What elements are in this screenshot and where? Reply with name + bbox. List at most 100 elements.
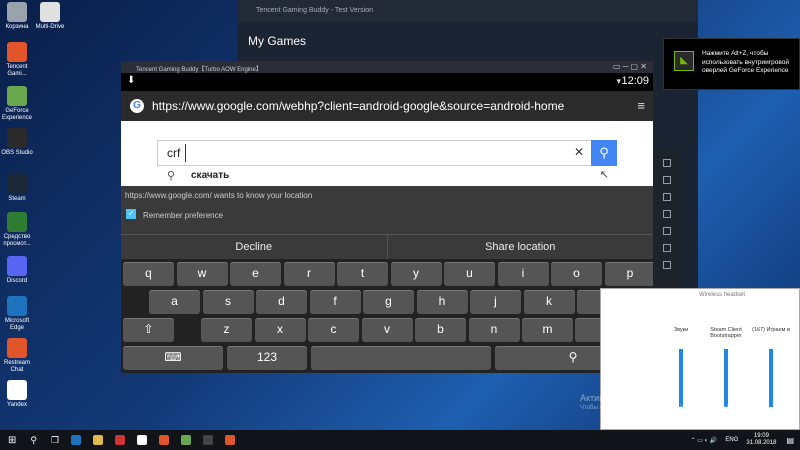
shift-key[interactable]: ⇧	[123, 318, 174, 342]
key-g[interactable]: g	[363, 290, 414, 314]
clock[interactable]: 19:09 31.08.2018	[746, 433, 776, 447]
suggestion-row[interactable]: ⚲ скачать ↖	[157, 167, 617, 186]
desktop-icon[interactable]: Multi-Drive	[33, 2, 67, 31]
search-box[interactable]: crf ✕ ⚲	[157, 140, 617, 166]
back-window-heading: My Games	[248, 34, 307, 48]
numbers-key[interactable]: 123	[227, 346, 307, 370]
back-window-title: Tencent Gaming Buddy - Test Version	[238, 0, 698, 22]
key-v[interactable]: v	[361, 318, 413, 342]
key-t[interactable]: t	[337, 262, 388, 286]
yandex-taskbar-icon[interactable]	[137, 435, 148, 445]
fullscreen-tool-icon[interactable]	[662, 193, 671, 201]
shake-tool-icon[interactable]	[662, 176, 671, 184]
key-w[interactable]: w	[176, 262, 228, 286]
keyboard-tool-icon[interactable]	[662, 159, 671, 167]
emulator-window[interactable]: Tencent Gaming Buddy【Turbo AOW Engine】 ▭…	[121, 61, 656, 373]
notification-text: Нажмите Alt+Z, чтобы использовать внутри…	[702, 50, 789, 74]
key-a[interactable]: a	[149, 290, 200, 314]
desktop-icon-label: Discord	[6, 278, 28, 284]
mixer-channel[interactable]: Звуки	[661, 327, 701, 407]
desktop-icon[interactable]: Средство просмот...	[0, 212, 34, 248]
obs-taskbar-icon[interactable]	[203, 435, 214, 445]
key-d[interactable]: d	[256, 290, 307, 314]
screenshot-tool-icon[interactable]	[662, 210, 671, 218]
key-i[interactable]: i	[497, 262, 549, 286]
tray-icons[interactable]: ⌃ ▭ ◐ 🔊	[691, 437, 718, 444]
key-f[interactable]: f	[309, 290, 361, 314]
mixer-channel[interactable]: (167) Играем в	[751, 327, 791, 407]
app-icon	[7, 256, 27, 276]
app-icon	[7, 128, 27, 148]
key-j[interactable]: j	[470, 290, 521, 314]
folder-tool-icon[interactable]	[662, 227, 671, 235]
checkbox-checked-icon[interactable]: ✓	[126, 209, 136, 219]
key-q[interactable]: q	[123, 262, 174, 286]
window-controls[interactable]: ▭ ─ ▢ ✕	[613, 62, 647, 71]
desktop-icon-label: Средство просмот...	[3, 234, 31, 247]
notifications-icon[interactable]: ▤	[786, 436, 794, 445]
app-icon	[7, 174, 27, 194]
tencent-taskbar-icon[interactable]	[225, 435, 236, 445]
url-text[interactable]: https://www.google.com/webhp?client=andr…	[152, 99, 564, 113]
geforce-icon: ◣	[674, 51, 694, 71]
status-time: 12:09	[621, 75, 649, 87]
geforce-notification[interactable]: ◣ Нажмите Alt+Z, чтобы использовать внут…	[663, 38, 800, 90]
location-tool-icon[interactable]	[662, 244, 671, 252]
volume-slider[interactable]	[724, 349, 728, 407]
mixer-channel[interactable]: Steam Client Bootstrapper	[706, 327, 746, 407]
explorer-taskbar-icon[interactable]	[93, 435, 104, 445]
key-n[interactable]: n	[468, 318, 520, 342]
task-view-icon[interactable]: ❐	[51, 435, 59, 446]
fill-arrow-icon[interactable]: ↖	[600, 168, 609, 181]
search-icon[interactable]: ⚲	[30, 435, 37, 446]
language-indicator[interactable]: ENG	[725, 437, 738, 443]
firefox-taskbar-icon[interactable]	[159, 435, 170, 445]
key-c[interactable]: c	[308, 318, 359, 342]
desktop-icon[interactable]: Restream Chat	[0, 338, 34, 374]
key-b[interactable]: b	[415, 318, 466, 342]
key-s[interactable]: s	[202, 290, 254, 314]
edge-taskbar-icon[interactable]	[71, 435, 82, 445]
desktop-icon[interactable]: Steam	[0, 174, 34, 203]
desktop-icon[interactable]: Корзина	[0, 2, 34, 31]
store-taskbar-icon[interactable]	[115, 435, 126, 445]
app-icon	[7, 86, 27, 106]
geforce-taskbar-icon[interactable]	[181, 435, 192, 445]
desktop-icon[interactable]: Tencent Gami...	[0, 42, 34, 78]
desktop-icon[interactable]: OBS Studio	[0, 128, 34, 157]
clear-icon[interactable]: ✕	[574, 145, 584, 159]
emoji-keyboard-key[interactable]: ⌨	[123, 346, 223, 370]
desktop-icon-label: Steam	[8, 196, 26, 202]
key-r[interactable]: r	[283, 262, 335, 286]
search-input[interactable]: crf	[167, 146, 180, 160]
space-key[interactable]	[311, 346, 491, 370]
key-o[interactable]: o	[551, 262, 602, 286]
key-m[interactable]: m	[522, 318, 573, 342]
exit-tool-icon[interactable]	[662, 261, 671, 269]
key-u[interactable]: u	[444, 262, 495, 286]
volume-slider[interactable]	[769, 349, 773, 407]
search-button[interactable]: ⚲	[591, 140, 617, 166]
key-p[interactable]: p	[604, 262, 656, 286]
remember-label: Remember preference	[143, 211, 224, 220]
key-e[interactable]: e	[230, 262, 281, 286]
desktop-icon-label: Microsoft Edge	[4, 318, 30, 331]
key-y[interactable]: y	[390, 262, 442, 286]
key-k[interactable]: k	[523, 290, 575, 314]
desktop-icon[interactable]: Yandex	[0, 380, 34, 409]
decline-button[interactable]: Decline	[121, 235, 387, 259]
desktop-icon[interactable]: GeForce Experience	[0, 86, 34, 122]
share-location-button[interactable]: Share location	[386, 235, 654, 259]
start-icon[interactable]: ⊞	[8, 435, 16, 446]
key-h[interactable]: h	[416, 290, 468, 314]
wifi-icon: ▾	[616, 76, 621, 86]
browser-url-bar[interactable]: G https://www.google.com/webhp?client=an…	[121, 91, 653, 121]
app-icon	[7, 212, 27, 232]
key-x[interactable]: x	[254, 318, 306, 342]
menu-icon[interactable]: ≡	[637, 98, 645, 113]
volume-slider[interactable]	[679, 349, 683, 407]
text-cursor	[185, 144, 186, 162]
desktop-icon[interactable]: Microsoft Edge	[0, 296, 34, 332]
key-z[interactable]: z	[201, 318, 252, 342]
desktop-icon[interactable]: Discord	[0, 256, 34, 285]
